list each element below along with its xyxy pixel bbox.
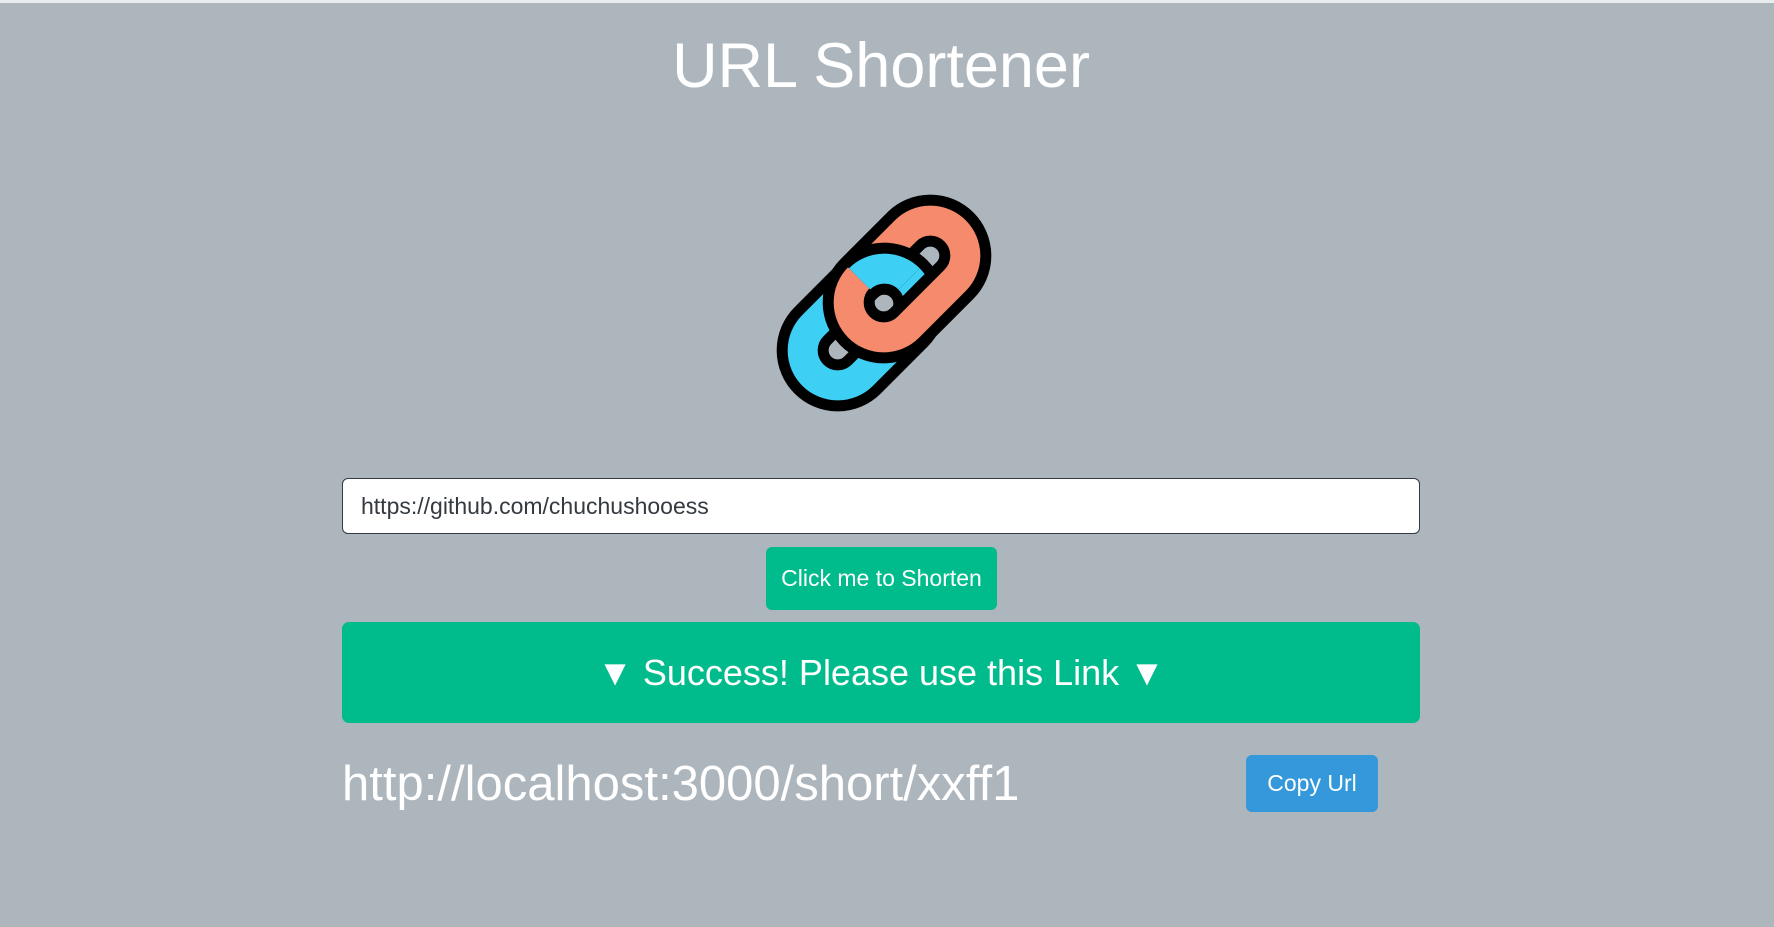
success-banner: ▼ Success! Please use this Link ▼ [342, 622, 1420, 723]
page-title: URL Shortener [672, 31, 1090, 101]
top-border [0, 0, 1774, 3]
url-input[interactable] [342, 478, 1420, 534]
copy-url-button[interactable]: Copy Url [1246, 755, 1378, 812]
short-url-text: http://localhost:3000/short/xxff1 [342, 757, 1020, 811]
chain-link-icon [776, 194, 992, 412]
shorten-button[interactable]: Click me to Shorten [766, 547, 997, 610]
success-banner-text: ▼ Success! Please use this Link ▼ [597, 651, 1165, 693]
